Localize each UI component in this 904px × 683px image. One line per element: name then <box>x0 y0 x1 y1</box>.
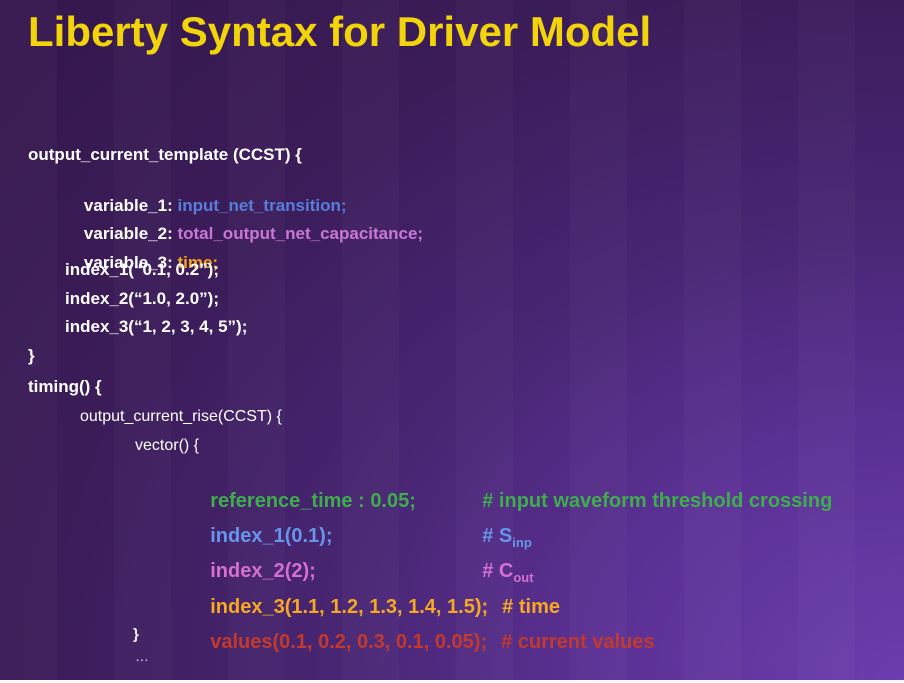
code-line-index-1: index_1(“0.1, 0.2”); <box>65 259 219 280</box>
code-line-ellipsis: … <box>135 648 150 666</box>
code-line-values: values(0.1, 0.2, 0.3, 0.1, 0.05); # curre… <box>188 605 655 680</box>
values-comment: # current values <box>501 631 654 653</box>
code-line-index-3: index_3(“1, 2, 3, 4, 5”); <box>65 316 247 337</box>
reference-time-comment: # input waveform threshold crossing <box>482 490 832 512</box>
code-line-template-close: } <box>28 345 35 366</box>
slide-title: Liberty Syntax for Driver Model <box>28 8 651 56</box>
code-line-index-2: index_2(“1.0, 2.0”); <box>65 288 219 309</box>
code-line-vector-close: } <box>133 626 139 645</box>
code-line-timing-open: timing() { <box>28 376 102 397</box>
code-line-rise-open: output_current_rise(CCST) { <box>80 407 282 427</box>
values-code: values(0.1, 0.2, 0.3, 0.1, 0.05); <box>210 631 487 653</box>
code-line-template-open: output_current_template (CCST) { <box>28 144 302 165</box>
code-line-vector-open: vector() { <box>135 436 199 456</box>
